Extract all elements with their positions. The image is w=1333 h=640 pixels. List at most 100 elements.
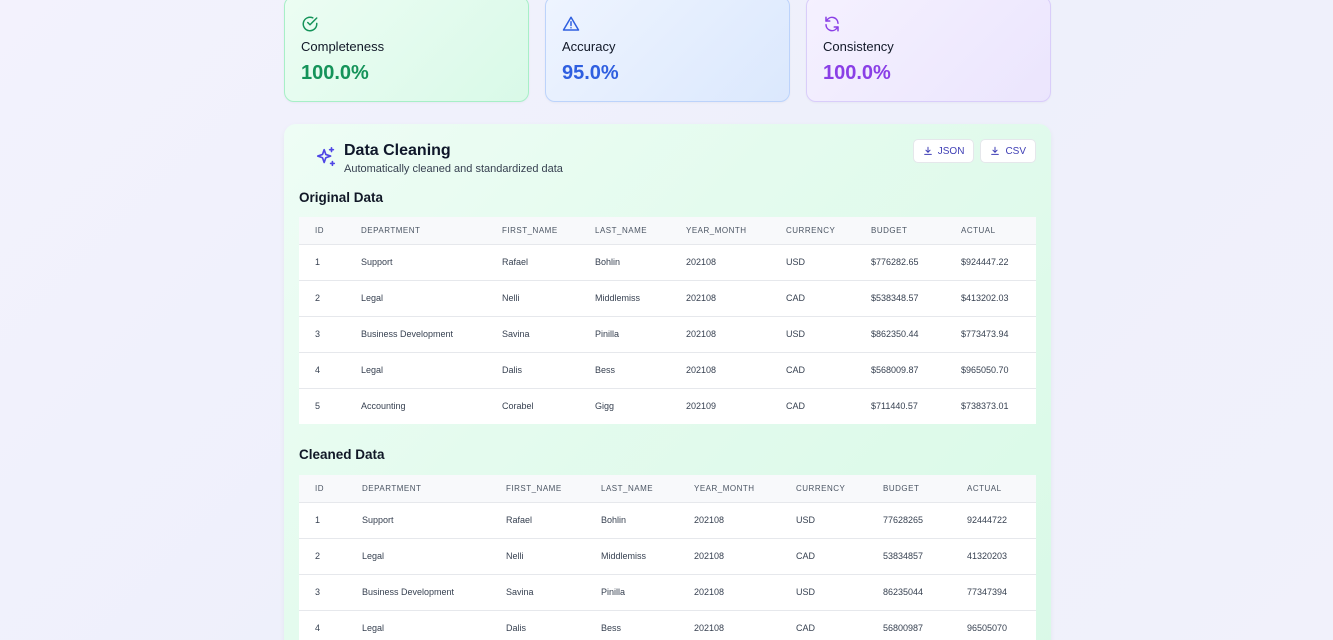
table-cell: $413202.03 [945,279,1036,316]
completeness-card: Completeness 100.0% [284,0,529,102]
table-row: 3 Business Development Savina Pinilla 20… [299,573,1036,610]
table-cell: USD [780,501,867,538]
panel-subtitle: Automatically cleaned and standardized d… [344,163,563,175]
table-cell: $862350.44 [855,315,945,352]
column-header[interactable]: CURRENCY [770,217,855,244]
consistency-value: 100.0% [823,62,891,84]
column-header[interactable]: ID [299,217,345,244]
table-cell: Bohlin [585,501,678,538]
table-cell: 1 [299,243,345,280]
column-header[interactable]: ACTUAL [945,217,1036,244]
table-cell: Bess [579,351,670,388]
table-row: 4 Legal Dalis Bess 202108 CAD $568009.87… [299,351,1036,388]
completeness-value: 100.0% [301,62,369,84]
table-cell: CAD [770,279,855,316]
table-cell: Support [345,243,486,280]
panel-title: Data Cleaning [344,142,451,159]
column-header[interactable]: YEAR_MONTH [678,475,780,502]
column-header[interactable]: YEAR_MONTH [670,217,770,244]
original-data-table: ID DEPARTMENT FIRST_NAME LAST_NAME YEAR_… [299,217,1036,424]
column-header[interactable]: CURRENCY [780,475,867,502]
column-header[interactable]: BUDGET [867,475,951,502]
table-cell: $924447.22 [945,243,1036,280]
sparkles-icon [316,147,336,167]
table-cell: Bohlin [579,243,670,280]
check-circle-icon [302,16,318,32]
table-cell: 202108 [678,609,780,640]
export-csv-button[interactable]: CSV [980,139,1036,163]
accuracy-card: Accuracy 95.0% [545,0,790,102]
table-cell: 92444722 [951,501,1036,538]
table-cell: 86235044 [867,573,951,610]
column-header[interactable]: BUDGET [855,217,945,244]
table-cell: 53834857 [867,537,951,574]
table-cell: Savina [490,573,585,610]
table-cell: Business Development [346,573,490,610]
table-cell: 56800987 [867,609,951,640]
table-row: 1 Support Rafael Bohlin 202108 USD $7762… [299,243,1036,280]
table-cell: Middlemiss [579,279,670,316]
table-row: 2 Legal Nelli Middlemiss 202108 CAD 5383… [299,537,1036,574]
table-cell: $738373.01 [945,387,1036,424]
table-cell: 5 [299,387,345,424]
export-json-label: JSON [937,145,965,157]
table-cell: Corabel [486,387,579,424]
column-header[interactable]: ID [299,475,346,502]
panel-header: Data Cleaning Automatically cleaned and … [299,124,1036,180]
table-header-row: ID DEPARTMENT FIRST_NAME LAST_NAME YEAR_… [299,475,1036,502]
data-cleaning-panel: Data Cleaning Automatically cleaned and … [284,124,1051,640]
table-cell: CAD [780,537,867,574]
table-header-row: ID DEPARTMENT FIRST_NAME LAST_NAME YEAR_… [299,217,1036,244]
table-cell: Pinilla [579,315,670,352]
table-cell: Business Development [345,315,486,352]
table-cell: Legal [346,537,490,574]
table-cell: Nelli [486,279,579,316]
table-cell: 202108 [670,279,770,316]
table-cell: CAD [770,351,855,388]
table-cell: Legal [346,609,490,640]
table-cell: 202108 [678,537,780,574]
download-icon [991,146,1000,155]
table-cell: Legal [345,279,486,316]
accuracy-label: Accuracy [562,39,616,54]
consistency-card: Consistency 100.0% [806,0,1051,102]
table-cell: Nelli [490,537,585,574]
table-cell: Rafael [490,501,585,538]
export-csv-label: CSV [1005,145,1026,157]
refresh-icon [825,16,839,32]
table-cell: 4 [299,351,345,388]
table-cell: $538348.57 [855,279,945,316]
export-json-button[interactable]: JSON [912,139,975,163]
metrics-row: Completeness 100.0% Accuracy 95.0% Consi… [284,0,1051,102]
consistency-label: Consistency [823,39,894,54]
table-cell: 202108 [670,351,770,388]
table-cell: $711440.57 [855,387,945,424]
table-cell: Legal [345,351,486,388]
table-cell: Support [346,501,490,538]
column-header[interactable]: DEPARTMENT [345,217,486,244]
table-cell: Middlemiss [585,537,678,574]
table-cell: CAD [780,609,867,640]
column-header[interactable]: FIRST_NAME [486,217,579,244]
cleaned-data-table: ID DEPARTMENT FIRST_NAME LAST_NAME YEAR_… [299,475,1036,640]
table-cell: Gigg [579,387,670,424]
table-cell: $773473.94 [945,315,1036,352]
table-row: 4 Legal Dalis Bess 202108 CAD 56800987 9… [299,609,1036,640]
column-header[interactable]: LAST_NAME [579,217,670,244]
table-row: 2 Legal Nelli Middlemiss 202108 CAD $538… [299,279,1036,316]
column-header[interactable]: FIRST_NAME [490,475,585,502]
table-row: 3 Business Development Savina Pinilla 20… [299,315,1036,352]
table-cell: 4 [299,609,346,640]
column-header[interactable]: ACTUAL [951,475,1036,502]
column-header[interactable]: DEPARTMENT [346,475,490,502]
table-cell: USD [770,243,855,280]
table-cell: 202108 [678,501,780,538]
table-cell: $965050.70 [945,351,1036,388]
table-cell: 96505070 [951,609,1036,640]
table-cell: 41320203 [951,537,1036,574]
table-cell: 3 [299,315,345,352]
column-header[interactable]: LAST_NAME [585,475,678,502]
table-row: 5 Accounting Corabel Gigg 202109 CAD $71… [299,387,1036,424]
table-cell: 202108 [670,315,770,352]
download-icon [923,146,932,155]
